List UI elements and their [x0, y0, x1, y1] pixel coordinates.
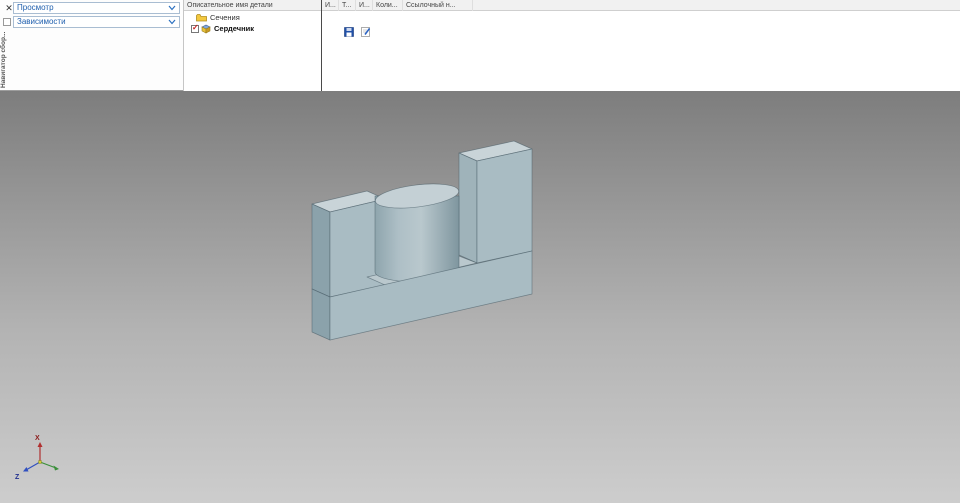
table-header: Описательное имя детали И... Т... И... К… [184, 0, 960, 11]
assembly-navigator-panel: ✕ Навигатор сбор... Просмотр Зависимости… [0, 0, 960, 91]
part-core-3d-model[interactable] [311, 140, 533, 341]
left-post-side-face[interactable] [311, 203, 331, 298]
column-divider[interactable] [321, 0, 322, 91]
column-header-name[interactable]: Описательное имя детали [184, 0, 322, 11]
z-axis-label: Z [15, 474, 20, 481]
base-side-face[interactable] [311, 288, 331, 341]
dependencies-checkbox[interactable] [3, 18, 11, 26]
column-header-modified[interactable]: И... [356, 0, 373, 11]
chevron-down-icon [168, 19, 176, 25]
table-row-core[interactable]: ✓ Сердечник [184, 22, 960, 37]
view-combo-label: Просмотр [17, 3, 54, 12]
check-icon: ✓ [192, 22, 199, 32]
cylinder-body[interactable] [374, 195, 460, 283]
save-icon [344, 27, 354, 37]
right-post-front-face[interactable] [476, 148, 533, 264]
column-header-state[interactable]: Т... [339, 0, 356, 11]
row-checkbox[interactable]: ✓ [191, 22, 199, 33]
3d-viewport[interactable]: X Z [0, 91, 960, 503]
dependencies-combo-label: Зависимости [17, 17, 66, 26]
folder-icon [196, 14, 207, 22]
y-axis-arrow-icon [53, 465, 59, 471]
panel-title-vertical: Навигатор сбор... [0, 31, 7, 88]
coordinate-triad: X Z [15, 435, 59, 481]
part-icon [201, 24, 211, 33]
view-combo[interactable]: Просмотр [13, 2, 180, 14]
column-header-quantity[interactable]: Коли... [373, 0, 403, 11]
x-axis-label: X [35, 435, 40, 442]
right-post-inner-face[interactable] [458, 152, 478, 264]
table-row-sections[interactable]: Сечения [184, 12, 960, 23]
chevron-down-icon [168, 5, 176, 11]
row-label: Сердечник [214, 24, 254, 33]
dependencies-combo[interactable]: Зависимости [13, 16, 180, 28]
x-axis-arrow-icon [37, 442, 43, 447]
row-label: Сечения [210, 13, 240, 22]
assembly-tree-table: Описательное имя детали И... Т... И... К… [184, 0, 960, 91]
modified-icon [361, 27, 371, 37]
column-header-reference[interactable]: Ссылочный н... [403, 0, 473, 11]
column-header-info[interactable]: И... [322, 0, 339, 11]
